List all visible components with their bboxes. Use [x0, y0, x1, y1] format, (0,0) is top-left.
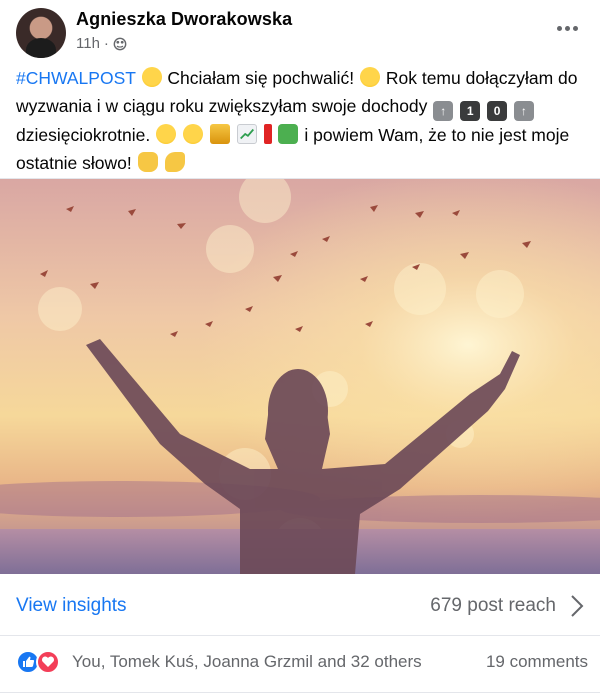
money-emoji-icon [278, 124, 299, 144]
reactions-row: You, Tomek Kuś, Joanna Grzmil and 32 oth… [0, 640, 600, 684]
love-reaction-icon [36, 650, 60, 674]
reaction-icons[interactable] [16, 650, 64, 674]
party-face-emoji-icon [182, 124, 203, 144]
divider [0, 692, 600, 693]
author-name[interactable]: Agnieszka Dworakowska [76, 9, 292, 30]
post-image[interactable] [0, 179, 600, 574]
post-text: #CHWALPOST Chciałam się pochwalić! Rok t… [16, 64, 588, 177]
post-meta: 11h · [76, 35, 127, 52]
exclamation-emoji-icon [263, 124, 272, 144]
chevron-right-icon[interactable] [570, 594, 584, 618]
trophy-emoji-icon [209, 124, 230, 144]
more-options-icon[interactable] [552, 16, 582, 40]
up-arrow-emoji-icon: ↑ [513, 101, 534, 121]
meta-separator: · [103, 35, 109, 52]
flexed-biceps-emoji-icon [164, 152, 185, 172]
post-time[interactable]: 11h [76, 35, 100, 52]
keycap-one-emoji-icon: 1 [460, 101, 481, 121]
keycap-zero-emoji-icon: 0 [487, 101, 508, 121]
victory-hand-emoji-icon [137, 152, 158, 172]
view-insights-link[interactable]: View insights [16, 595, 127, 617]
reactors-text[interactable]: You, Tomek Kuś, Joanna Grzmil and 32 oth… [72, 652, 422, 672]
post-header: Agnieszka Dworakowska 11h · [0, 0, 600, 60]
globe-icon[interactable] [113, 37, 127, 51]
hashtag-link[interactable]: #CHWALPOST [16, 68, 136, 88]
post-reach: 679 post reach [430, 595, 556, 616]
chart-increasing-emoji-icon [236, 124, 257, 144]
sunset-photo [0, 179, 600, 574]
comments-count[interactable]: 19 comments [486, 652, 588, 672]
author-avatar[interactable] [16, 8, 66, 58]
insights-row: View insights 679 post reach [0, 574, 600, 636]
tears-emoji-icon [156, 124, 177, 144]
up-arrow-emoji-icon: ↑ [433, 101, 454, 121]
post-text-part1: Chciałam się pochwalić! [167, 68, 359, 88]
post-text-part3: dziesięciokrotnie. [16, 125, 156, 145]
smiling-emoji-icon [359, 67, 380, 87]
grinning-emoji-icon [141, 67, 162, 87]
